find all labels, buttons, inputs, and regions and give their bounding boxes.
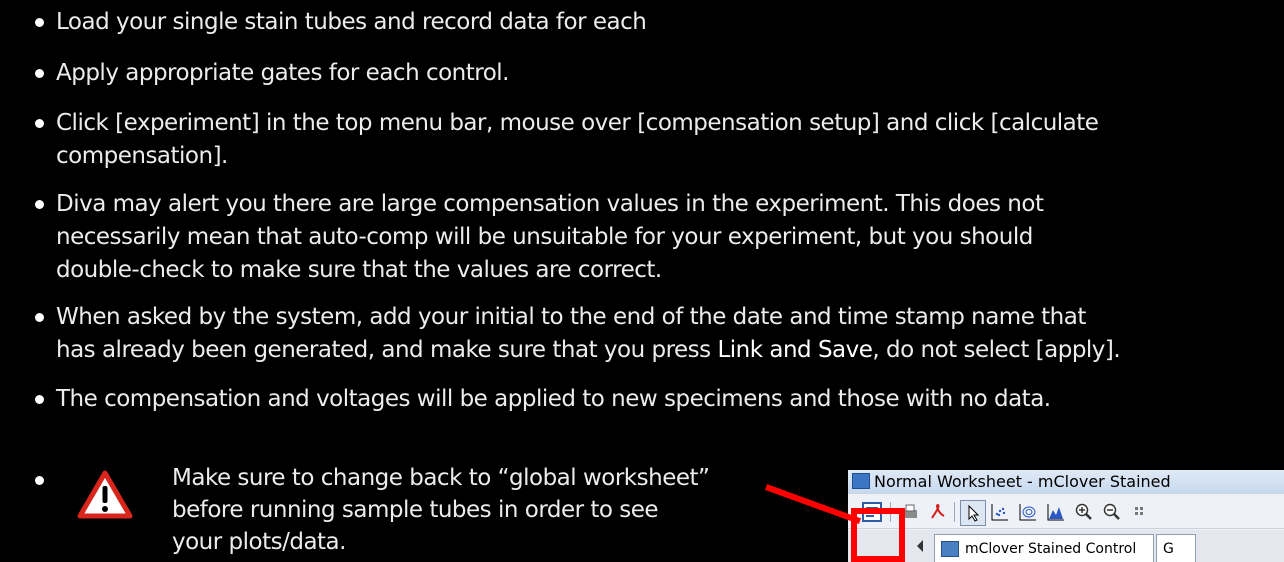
worksheet-toolbar [848, 496, 1284, 529]
bullet-text-segment: has already been generated, and make sur… [56, 337, 718, 363]
bullet-text-line-1: Diva may alert you there are large compe… [56, 191, 1044, 217]
bullet-text-line-2: compensation]. [56, 143, 228, 169]
warning-text-line-1: Make sure to change back to “global work… [172, 465, 710, 491]
bullet-text: The compensation and voltages will be ap… [56, 386, 1051, 412]
worksheet-icon [852, 473, 870, 489]
warning-text-line-2: before running sample tubes in order to … [172, 497, 659, 523]
window-title: Normal Worksheet - mClover Stained [874, 472, 1171, 491]
bullet-dot [35, 69, 44, 78]
toolbar-separator [954, 502, 955, 522]
warning-text-line-3: your plots/data. [172, 529, 346, 555]
callout-highlight-box [851, 508, 905, 562]
contour-plot-icon[interactable] [1016, 500, 1040, 524]
zoom-in-icon[interactable] [1072, 500, 1096, 524]
bullet-text-segment: , do not select [apply]. [872, 337, 1121, 363]
bullet-dot [35, 476, 44, 485]
bullet-text-line-2: has already been generated, and make sur… [56, 334, 1278, 367]
pdf-export-icon[interactable] [926, 500, 950, 524]
grid-icon[interactable] [1128, 500, 1152, 524]
worksheet-icon [941, 541, 959, 557]
bullet-text: Apply appropriate gates for each control… [56, 60, 510, 86]
tab-label: mClover Stained Control [965, 541, 1137, 557]
histogram-icon[interactable] [1044, 500, 1068, 524]
dot-plot-icon[interactable] [988, 500, 1012, 524]
bullet-dot [35, 119, 44, 128]
worksheet-tab-strip: mClover Stained Control G [848, 530, 1284, 562]
bullet-dot [35, 395, 44, 404]
window-title-bar: Normal Worksheet - mClover Stained [848, 470, 1284, 494]
bullet-dot [35, 200, 44, 209]
bullet-text-line-1: When asked by the system, add your initi… [56, 304, 1086, 330]
worksheet-screenshot: Normal Worksheet - mClover Stained mClov… [848, 470, 1284, 562]
tab-label: G [1163, 541, 1174, 557]
zoom-out-icon[interactable] [1100, 500, 1124, 524]
bullet-dot [35, 313, 44, 322]
bullet-text-line-1: Click [experiment] in the top menu bar, … [56, 110, 1099, 136]
bullet-text-line-2: necessarily mean that auto-comp will be … [56, 224, 1033, 250]
bullet-text-line-3: double-check to make sure that the value… [56, 257, 662, 283]
link-and-save-emphasis: Link and Save [717, 337, 873, 363]
pointer-tool-icon[interactable] [960, 500, 986, 526]
warning-triangle-icon [77, 470, 133, 520]
tab-mclover-stained-control[interactable]: mClover Stained Control [934, 534, 1154, 562]
bullet-dot [35, 18, 44, 27]
tab-next[interactable]: G [1156, 534, 1196, 562]
bullet-text: Load your single stain tubes and record … [56, 9, 647, 35]
tab-scroll-left-icon[interactable] [908, 534, 932, 558]
